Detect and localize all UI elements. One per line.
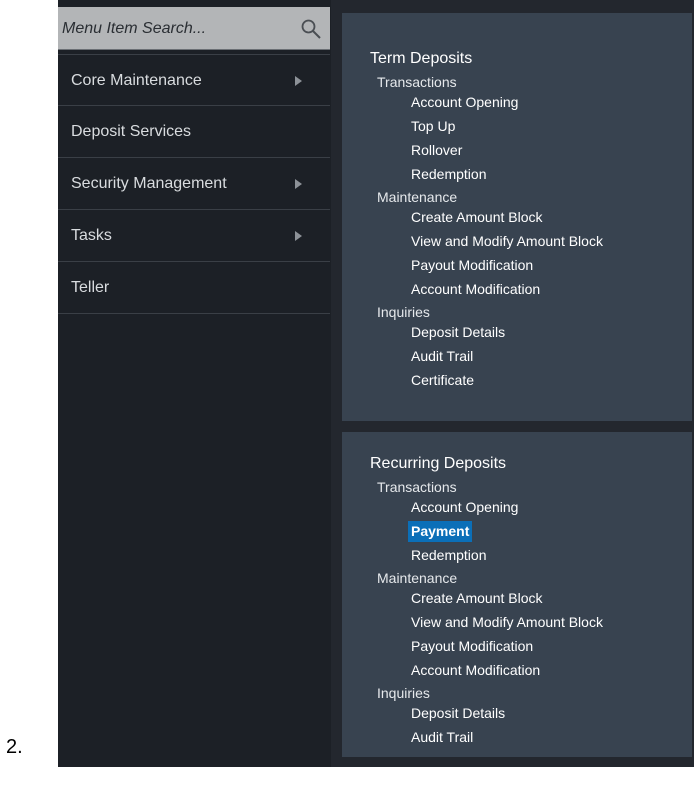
- menu-item-account-modification[interactable]: Account Modification: [408, 279, 543, 300]
- sidebar-item-label: Core Maintenance: [71, 72, 202, 89]
- sidebar: Core Maintenance Deposit Services Securi…: [58, 0, 331, 767]
- menu-item-view-modify-amount-block[interactable]: View and Modify Amount Block: [408, 231, 606, 252]
- group-label-maintenance: Maintenance: [377, 189, 458, 205]
- sidebar-item-deposit-services[interactable]: Deposit Services: [58, 106, 330, 158]
- sidebar-item-tasks[interactable]: Tasks: [58, 210, 330, 262]
- menu-item-top-up[interactable]: Top Up: [408, 116, 458, 137]
- panel-title: Recurring Deposits: [370, 455, 507, 472]
- sidebar-item-teller[interactable]: Teller: [58, 262, 330, 314]
- step-number: 2.: [6, 736, 23, 758]
- mega-menu: Core Maintenance Deposit Services Securi…: [58, 0, 694, 767]
- submenu-arrow-icon: [295, 179, 302, 189]
- menu-item-audit-trail[interactable]: Audit Trail: [408, 727, 476, 748]
- sidebar-item-label: Deposit Services: [71, 123, 192, 140]
- sidebar-item-core-maintenance[interactable]: Core Maintenance: [58, 54, 330, 106]
- sidebar-item-security-management[interactable]: Security Management: [58, 158, 330, 210]
- sidebar-item-label: Teller: [71, 279, 110, 296]
- menu-item-audit-trail[interactable]: Audit Trail: [408, 346, 476, 367]
- menu-content: Term Deposits Transactions Account Openi…: [331, 0, 694, 767]
- menu-item-account-opening[interactable]: Account Opening: [408, 497, 521, 518]
- menu-item-account-modification[interactable]: Account Modification: [408, 660, 543, 681]
- menu-item-create-amount-block[interactable]: Create Amount Block: [408, 588, 546, 609]
- menu-item-payout-modification[interactable]: Payout Modification: [408, 636, 536, 657]
- menu-item-redemption[interactable]: Redemption: [408, 545, 490, 566]
- menu-item-deposit-details[interactable]: Deposit Details: [408, 322, 508, 343]
- menu-item-view-modify-amount-block[interactable]: View and Modify Amount Block: [408, 612, 606, 633]
- menu-item-rollover[interactable]: Rollover: [408, 140, 465, 161]
- menu-item-deposit-details[interactable]: Deposit Details: [408, 703, 508, 724]
- group-label-inquiries: Inquiries: [377, 685, 430, 701]
- term-deposits-panel: Term Deposits Transactions Account Openi…: [342, 13, 692, 421]
- menu-item-account-opening[interactable]: Account Opening: [408, 92, 521, 113]
- group-label-transactions: Transactions: [377, 479, 457, 495]
- submenu-arrow-icon: [295, 76, 302, 86]
- menu-item-payout-modification[interactable]: Payout Modification: [408, 255, 536, 276]
- group-label-transactions: Transactions: [377, 74, 457, 90]
- menu-item-redemption[interactable]: Redemption: [408, 164, 490, 185]
- submenu-arrow-icon: [295, 231, 302, 241]
- sidebar-item-label: Tasks: [71, 227, 112, 244]
- search-input[interactable]: [62, 17, 284, 41]
- menu-item-create-amount-block[interactable]: Create Amount Block: [408, 207, 546, 228]
- sidebar-nav: Core Maintenance Deposit Services Securi…: [58, 54, 330, 314]
- group-label-maintenance: Maintenance: [377, 570, 458, 586]
- menu-item-certificate[interactable]: Certificate: [408, 370, 477, 391]
- menu-item-payment[interactable]: Payment: [408, 521, 473, 542]
- sidebar-item-label: Security Management: [71, 175, 227, 192]
- panel-title: Term Deposits: [370, 50, 473, 67]
- group-label-inquiries: Inquiries: [377, 304, 430, 320]
- search-icon[interactable]: [300, 18, 322, 40]
- recurring-deposits-panel: Recurring Deposits Transactions Account …: [342, 432, 692, 757]
- menu-search: [58, 7, 330, 50]
